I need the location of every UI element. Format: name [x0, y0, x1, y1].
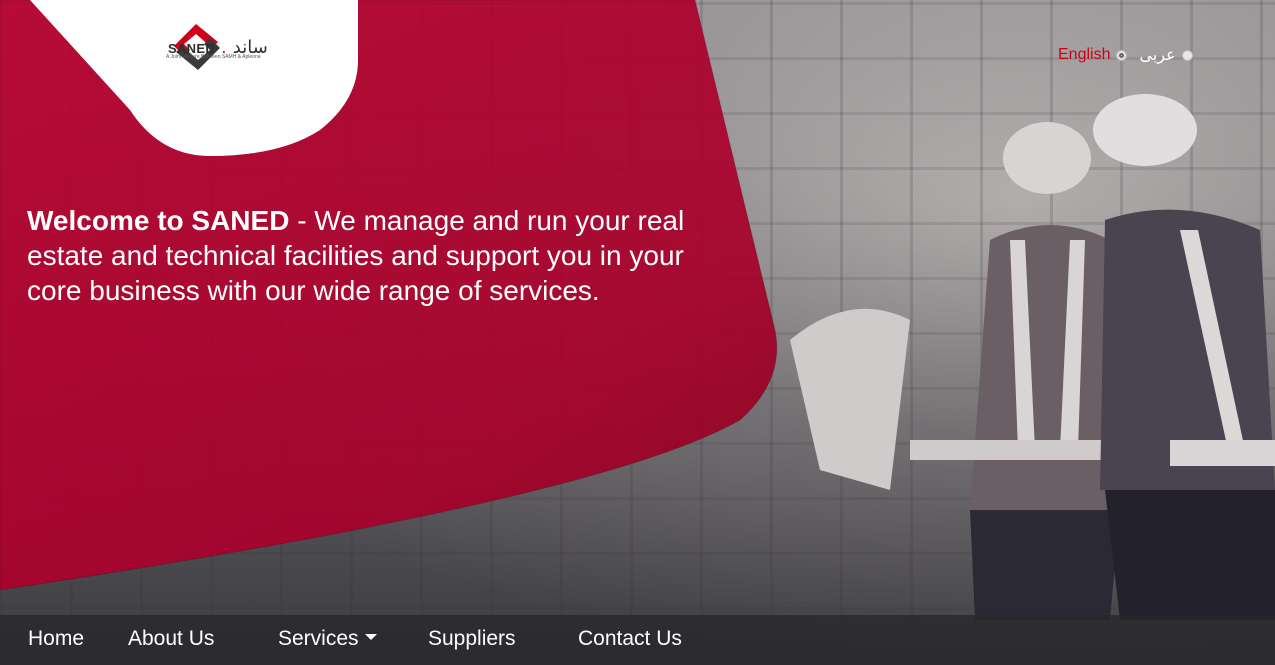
nav-item-suppliers[interactable]: Suppliers [428, 627, 516, 651]
language-english-radio[interactable] [1116, 49, 1128, 61]
hero-headline-strong: Welcome to SANED [27, 205, 290, 236]
hero-headline: Welcome to SANED - We manage and run you… [27, 203, 727, 308]
language-english-label[interactable]: English [1058, 46, 1110, 64]
logo-tagline: A Joint Venture Between SAMH & Apleona [166, 54, 261, 60]
nav-item-contact-us[interactable]: Contact Us [578, 627, 682, 651]
nav-item-services-label: Services [278, 627, 359, 650]
nav-item-services[interactable]: Services [278, 627, 377, 651]
nav-item-about-us[interactable]: About Us [128, 627, 214, 651]
chevron-down-icon [364, 634, 377, 641]
nav-item-home[interactable]: Home [28, 627, 84, 651]
logo-card[interactable]: SANED . ساند A Joint Venture Between SAM… [30, 0, 358, 156]
language-switcher: English عربى [1058, 45, 1193, 65]
language-arabic-label[interactable]: عربى [1139, 45, 1175, 65]
main-navigation: Home About Us Services Suppliers Contact… [0, 615, 1275, 665]
language-arabic-radio[interactable] [1181, 49, 1193, 61]
